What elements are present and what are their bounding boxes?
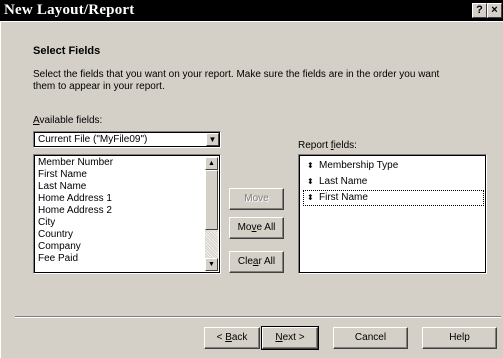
report-fields-label: Report fields: <box>298 140 357 151</box>
scroll-up-icon[interactable]: ▲ <box>205 157 218 170</box>
vertical-scrollbar[interactable]: ▲ ▼ <box>205 157 218 271</box>
list-item[interactable]: Company <box>38 241 204 253</box>
step-heading: Select Fields <box>33 45 101 57</box>
available-fields-list[interactable]: Member Number First Name Last Name Home … <box>33 154 221 274</box>
separator <box>15 316 501 318</box>
file-selector-value: Current File ("MyFile09") <box>38 134 148 145</box>
list-item[interactable]: Home Address 1 <box>38 193 204 205</box>
next-button[interactable]: Next > <box>261 326 319 350</box>
chevron-down-icon[interactable]: ▼ <box>206 133 219 146</box>
list-item[interactable]: ⬍ Membership Type <box>303 158 484 174</box>
reorder-arrows-icon[interactable]: ⬍ <box>307 174 314 190</box>
list-item[interactable]: First Name <box>38 169 204 181</box>
scroll-thumb[interactable] <box>205 170 218 230</box>
list-item[interactable]: City <box>38 217 204 229</box>
reorder-arrows-icon[interactable]: ⬍ <box>307 190 314 206</box>
list-item[interactable]: Country <box>38 229 204 241</box>
list-item[interactable]: Member Number <box>38 157 204 169</box>
help-button[interactable]: Help <box>422 327 497 349</box>
list-item[interactable]: Home Address 2 <box>38 205 204 217</box>
report-field-label: First Name <box>319 192 368 203</box>
list-item[interactable]: Fee Paid <box>38 253 204 265</box>
list-item[interactable]: ⬍ First Name <box>303 190 484 206</box>
list-item[interactable]: ⬍ Last Name <box>303 174 484 190</box>
file-selector-dropdown[interactable]: Current File ("MyFile09") ▼ <box>33 131 221 148</box>
list-item[interactable]: Last Name <box>38 181 204 193</box>
clear-all-button[interactable]: Clear All <box>229 251 284 273</box>
back-button[interactable]: < Back <box>204 327 260 349</box>
report-fields-list[interactable]: ⬍ Membership Type ⬍ Last Name ⬍ First Na… <box>298 154 487 274</box>
help-icon[interactable]: ? <box>472 3 487 18</box>
report-field-label: Last Name <box>319 176 368 187</box>
step-description: Select the fields that you want on your … <box>33 69 440 92</box>
move-button[interactable]: Move <box>229 188 284 210</box>
reorder-arrows-icon[interactable]: ⬍ <box>307 158 314 174</box>
title-bar: New Layout/Report ? × <box>0 0 503 21</box>
move-all-button[interactable]: Move All <box>229 217 284 239</box>
window-title: New Layout/Report <box>4 2 135 18</box>
cancel-button[interactable]: Cancel <box>333 327 408 349</box>
close-icon[interactable]: × <box>487 3 502 18</box>
available-fields-label: Available fields: <box>33 115 103 126</box>
scroll-down-icon[interactable]: ▼ <box>205 258 218 271</box>
report-field-label: Membership Type <box>319 160 399 171</box>
